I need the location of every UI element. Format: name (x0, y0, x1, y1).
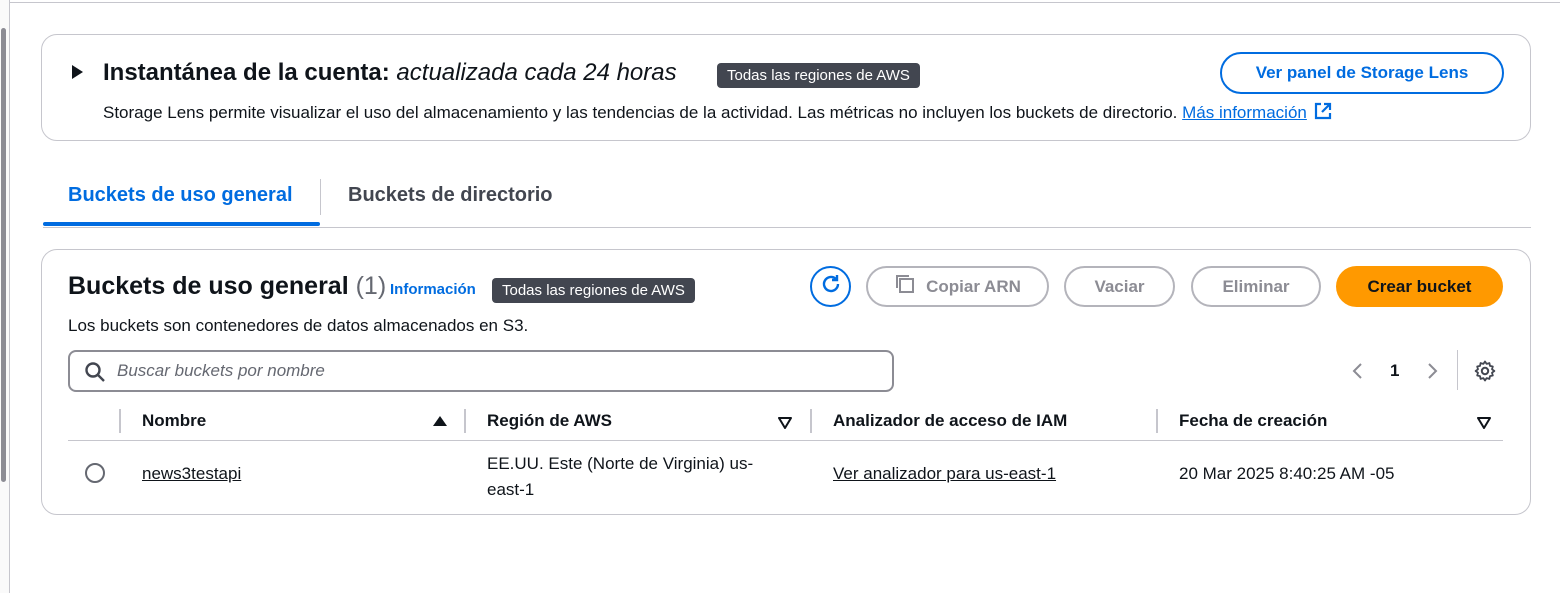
panel-regions-badge: Todas las regiones de AWS (492, 278, 695, 303)
pagination-divider (1457, 350, 1458, 390)
snapshot-title-text: Instantánea de la cuenta: (103, 59, 390, 86)
column-separator[interactable] (1156, 409, 1158, 433)
active-tab-indicator (43, 222, 320, 226)
bucket-search[interactable] (68, 350, 894, 392)
column-header-iam-analyzer[interactable]: Analizador de acceso de IAM (833, 411, 1067, 431)
snapshot-description: Storage Lens permite visualizar el uso d… (103, 101, 1333, 126)
empty-bucket-button[interactable]: Vaciar (1064, 266, 1175, 307)
column-separator (119, 409, 121, 433)
top-divider (10, 2, 1560, 3)
copy-arn-button[interactable]: Copiar ARN (866, 266, 1049, 307)
column-header-creation-date[interactable]: Fecha de creación (1179, 411, 1327, 431)
bucket-creation-date: 20 Mar 2025 8:40:25 AM -05 (1179, 464, 1395, 483)
refresh-icon (819, 272, 843, 301)
more-info-link-text: Más información (1182, 103, 1307, 122)
snapshot-subtitle: actualizada cada 24 horas (396, 59, 677, 86)
iam-analyzer-link[interactable]: Ver analizador para us-east-1 (833, 464, 1056, 484)
snapshot-title[interactable]: Instantánea de la cuenta: actualizada ca… (103, 59, 677, 87)
previous-page-icon[interactable] (1350, 361, 1366, 386)
search-input[interactable] (117, 358, 877, 384)
tab-directory-buckets[interactable]: Buckets de directorio (348, 184, 553, 207)
snapshot-description-text: Storage Lens permite visualizar el uso d… (103, 103, 1178, 122)
info-link[interactable]: Información (390, 281, 476, 298)
external-link-icon[interactable] (1313, 101, 1333, 126)
refresh-button[interactable] (810, 266, 851, 307)
bucket-count: (1) (355, 272, 387, 300)
gear-icon[interactable] (1473, 359, 1497, 388)
s3-buckets-page: Instantánea de la cuenta: actualizada ca… (0, 0, 1560, 593)
storage-lens-dashboard-button[interactable]: Ver panel de Storage Lens (1220, 52, 1504, 94)
column-separator[interactable] (810, 409, 812, 433)
account-snapshot-card: Instantánea de la cuenta: actualizada ca… (41, 34, 1531, 141)
create-bucket-button[interactable]: Crear bucket (1336, 266, 1503, 307)
tab-general-purpose-buckets[interactable]: Buckets de uso general (68, 184, 293, 207)
column-header-name[interactable]: Nombre (142, 411, 206, 431)
column-header-region[interactable]: Región de AWS (487, 411, 612, 431)
expand-caret-icon[interactable] (72, 65, 83, 79)
panel-description: Los buckets son contenedores de datos al… (68, 316, 529, 335)
panel-title-text: Buckets de uso general (68, 272, 349, 300)
more-info-link[interactable]: Más información (1182, 103, 1307, 122)
column-separator[interactable] (464, 409, 466, 433)
search-icon (84, 361, 106, 388)
next-page-icon[interactable] (1424, 361, 1440, 386)
sort-descending-icon[interactable] (1477, 416, 1491, 429)
delete-bucket-button[interactable]: Eliminar (1191, 266, 1321, 307)
scrollbar[interactable] (0, 0, 10, 593)
panel-title: Buckets de uso general (1) (68, 272, 386, 301)
table-header-divider (68, 440, 1503, 441)
bucket-name-link[interactable]: news3testapi (142, 464, 241, 484)
scrollbar-thumb[interactable] (1, 28, 6, 482)
sort-descending-icon[interactable] (778, 416, 792, 429)
current-page-number[interactable]: 1 (1390, 361, 1399, 381)
sort-ascending-icon[interactable] (433, 416, 447, 426)
copy-icon (894, 273, 926, 300)
copy-arn-label: Copiar ARN (926, 276, 1021, 296)
row-select-radio[interactable] (85, 463, 105, 483)
regions-badge: Todas las regiones de AWS (717, 63, 920, 88)
tabs-divider (43, 227, 1531, 228)
tab-divider (320, 179, 321, 215)
bucket-region: EE.UU. Este (Norte de Virginia) us-east-… (487, 454, 754, 499)
